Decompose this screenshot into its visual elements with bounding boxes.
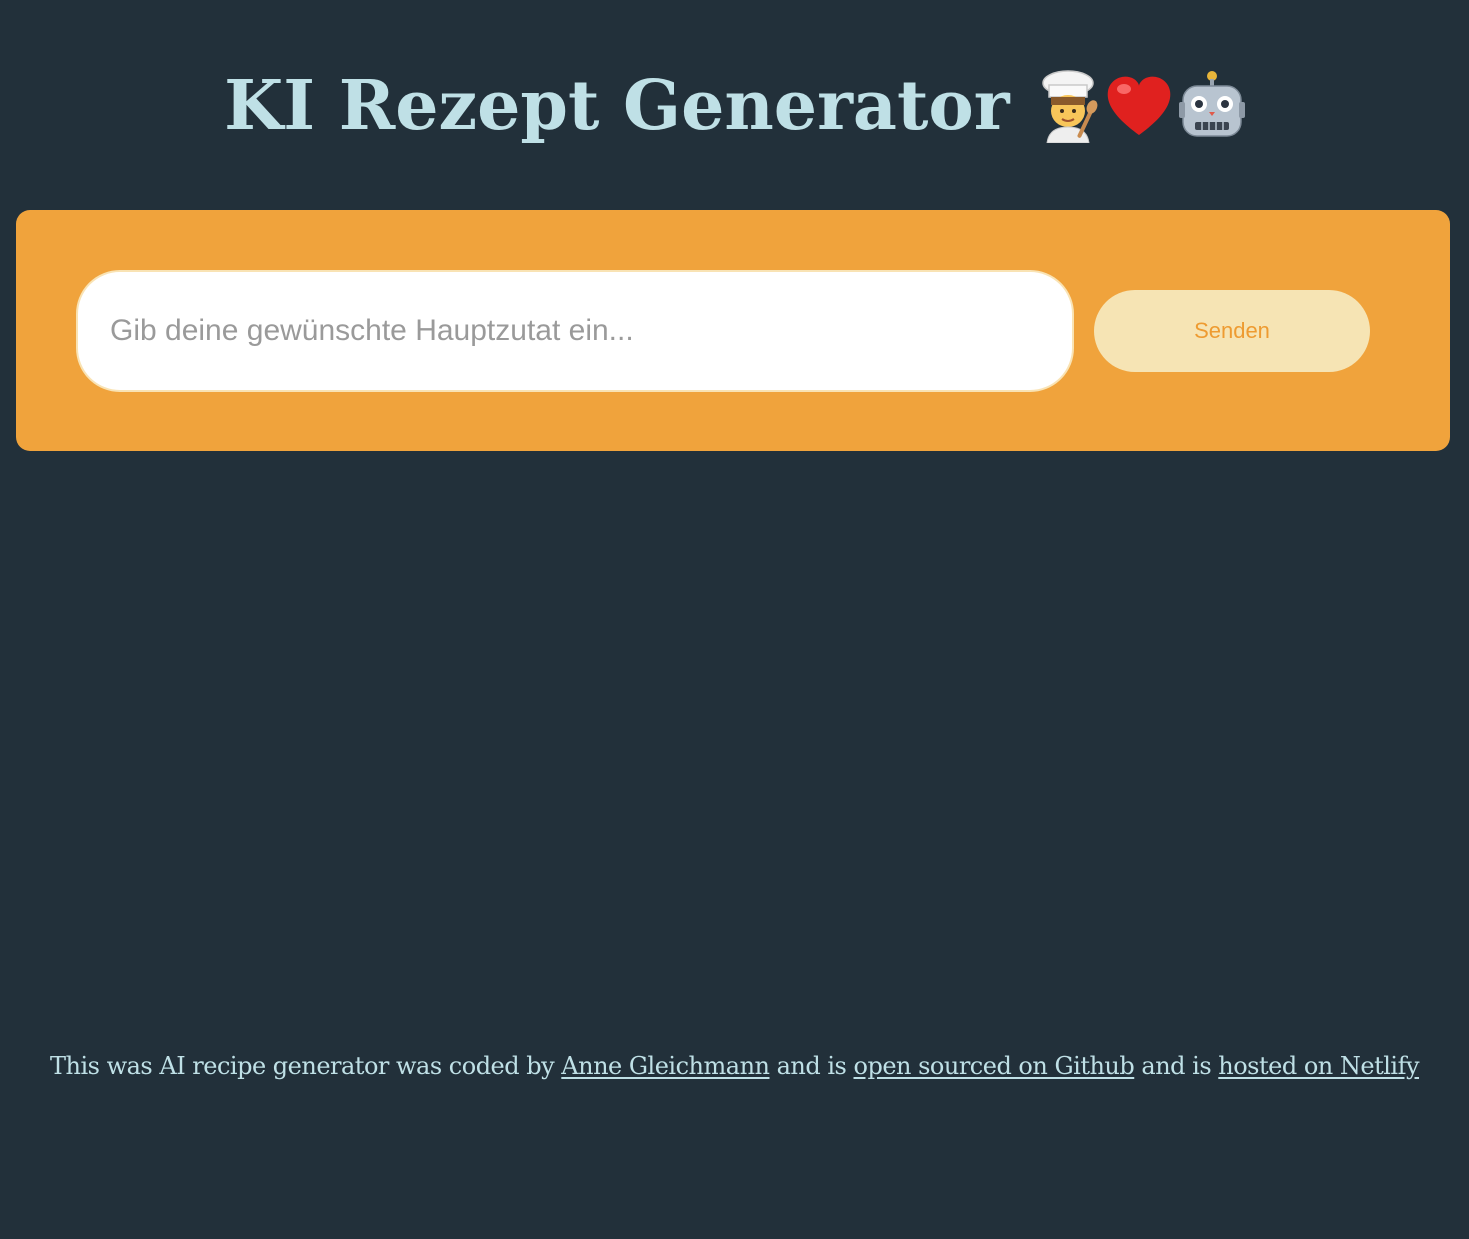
footer-text-2: and is (769, 1052, 854, 1080)
netlify-link[interactable]: hosted on Netlify (1218, 1052, 1419, 1080)
page-title: KI Rezept Generator (224, 66, 1010, 146)
recipe-form: Senden (16, 210, 1450, 451)
heart-icon (1107, 76, 1171, 135)
chef-icon (1041, 70, 1098, 143)
send-button[interactable]: Senden (1094, 290, 1370, 372)
ingredient-input[interactable] (76, 270, 1074, 392)
footer-text-1: This was AI recipe generator was coded b… (49, 1052, 562, 1080)
title-emojis (1037, 69, 1245, 143)
author-link[interactable]: Anne Gleichmann (561, 1052, 770, 1080)
footer: This was AI recipe generator was coded b… (0, 1048, 1469, 1084)
github-link[interactable]: open sourced on Github (854, 1052, 1135, 1080)
robot-icon (1178, 71, 1245, 137)
header: KI Rezept Generator (0, 58, 1469, 154)
footer-text-3: and is (1134, 1052, 1219, 1080)
